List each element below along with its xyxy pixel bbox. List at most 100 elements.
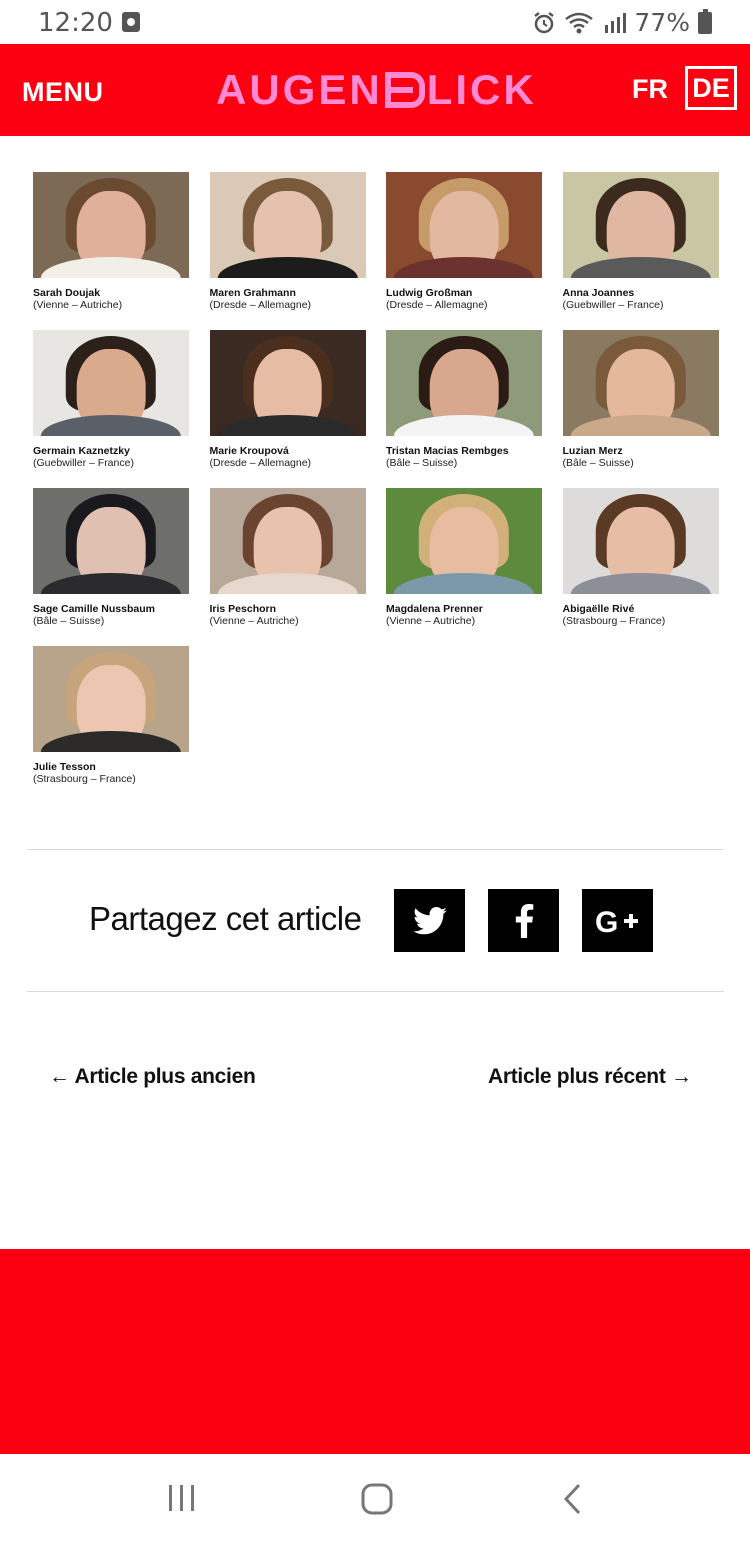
participant-photo xyxy=(386,330,542,436)
photo-body xyxy=(40,572,182,594)
participant-place: (Strasbourg – France) xyxy=(562,615,666,627)
participant-name: Marie Kroupová xyxy=(209,445,289,457)
participant-card: Julie Tesson (Strasbourg – France) xyxy=(33,646,189,804)
participant-name: Luzian Merz xyxy=(562,445,623,457)
participant-photo xyxy=(209,330,366,436)
logo-b-mark xyxy=(384,72,425,108)
photo-body xyxy=(217,256,358,278)
participant-name: Sarah Doujak xyxy=(33,287,101,299)
recents-icon[interactable] xyxy=(167,1482,197,1514)
participant-photo xyxy=(562,330,719,436)
participant-card: Magdalena Prenner (Vienne – Autriche) xyxy=(386,488,542,646)
participant-place: (Bâle – Suisse) xyxy=(386,457,458,469)
status-bar: 12:20 77% xyxy=(0,0,750,44)
participant-card: Sarah Doujak (Vienne – Autriche) xyxy=(33,172,189,330)
participant-name: Magdalena Prenner xyxy=(386,603,483,615)
google-plus-icon: G xyxy=(595,906,638,936)
participant-name: Tristan Macias Rembges xyxy=(386,445,509,457)
photo-body xyxy=(40,730,182,752)
participant-place: (Dresde – Allemagne) xyxy=(386,299,488,311)
participant-place: (Bâle – Suisse) xyxy=(562,457,634,469)
photo-body xyxy=(570,256,711,278)
share-twitter-button[interactable] xyxy=(394,889,465,952)
site-header: MENU AUGEN LICK FR DE xyxy=(0,44,750,136)
participant-place: (Vienne – Autriche) xyxy=(386,615,476,627)
participant-card: Abigaëlle Rivé (Strasbourg – France) xyxy=(562,488,719,646)
participant-card: Germain Kaznetzky (Guebwiller – France) xyxy=(33,330,189,488)
participant-place: (Guebwiller – France) xyxy=(33,457,134,469)
participant-name: Sage Camille Nussbaum xyxy=(33,603,155,615)
participant-card: Luzian Merz (Bâle – Suisse) xyxy=(562,330,719,488)
photo-body xyxy=(393,414,535,436)
participant-place: (Guebwiller – France) xyxy=(562,299,664,311)
participant-card: Iris Peschorn (Vienne – Autriche) xyxy=(209,488,366,646)
photo-body xyxy=(40,256,182,278)
participant-photo xyxy=(562,488,719,594)
participant-card: Tristan Macias Rembges (Bâle – Suisse) xyxy=(386,330,542,488)
participant-photo xyxy=(209,172,366,278)
older-article-link[interactable]: ← Article plus ancien xyxy=(49,1065,256,1089)
participant-place: (Strasbourg – France) xyxy=(33,773,136,785)
back-icon[interactable] xyxy=(561,1482,583,1516)
augenblick-logo[interactable]: AUGEN LICK xyxy=(216,66,537,113)
participant-photo xyxy=(33,646,189,752)
participant-name: Germain Kaznetzky xyxy=(33,445,130,457)
participant-card: Marie Kroupová (Dresde – Allemagne) xyxy=(209,330,366,488)
share-google-plus-button[interactable]: G xyxy=(582,889,653,952)
lang-de-link[interactable]: DE xyxy=(685,66,737,110)
divider-bottom xyxy=(27,991,724,992)
participant-card: Anna Joannes (Guebwiller – France) xyxy=(562,172,719,330)
participant-photo xyxy=(209,488,366,594)
participant-photo xyxy=(33,488,189,594)
participant-place: (Vienne – Autriche) xyxy=(209,615,299,627)
participants-grid: Sarah Doujak (Vienne – Autriche) Maren Gra… xyxy=(33,172,719,804)
site-footer xyxy=(0,1249,750,1454)
participant-place: (Vienne – Autriche) xyxy=(33,299,123,311)
photo-body xyxy=(217,414,358,436)
alarm-icon xyxy=(534,11,555,33)
participant-place: (Bâle – Suisse) xyxy=(33,615,105,627)
share-facebook-button[interactable] xyxy=(488,889,559,952)
photo-body xyxy=(570,572,711,594)
participant-name: Iris Peschorn xyxy=(209,603,277,615)
status-time: 12:20 xyxy=(38,8,113,38)
participant-name: Anna Joannes xyxy=(562,287,635,299)
twitter-icon xyxy=(412,906,447,934)
android-nav-bar xyxy=(0,1454,750,1542)
participant-photo xyxy=(386,172,542,278)
logo-text-left: AUGEN xyxy=(216,66,383,113)
participant-card: Ludwig Großman (Dresde – Allemagne) xyxy=(386,172,542,330)
participant-place: (Dresde – Allemagne) xyxy=(209,457,312,469)
home-icon[interactable] xyxy=(360,1482,394,1516)
participant-card: Maren Grahmann (Dresde – Allemagne) xyxy=(209,172,366,330)
photo-body xyxy=(217,572,358,594)
photo-body xyxy=(393,572,535,594)
participant-card: Sage Camille Nussbaum (Bâle – Suisse) xyxy=(33,488,189,646)
photo-body xyxy=(570,414,711,436)
participant-place: (Dresde – Allemagne) xyxy=(209,299,312,311)
clock-app-icon xyxy=(122,12,140,32)
facebook-icon xyxy=(515,903,533,938)
participant-photo xyxy=(562,172,719,278)
lang-fr-link[interactable]: FR xyxy=(632,74,668,105)
share-label: Partagez cet article xyxy=(89,900,362,937)
participant-photo xyxy=(33,172,189,278)
photo-body xyxy=(393,256,535,278)
participant-photo xyxy=(33,330,189,436)
photo-body xyxy=(40,414,182,436)
participant-photo xyxy=(386,488,542,594)
svg-text:G: G xyxy=(595,906,618,936)
signal-icon xyxy=(605,12,627,33)
status-icons: 77% xyxy=(532,8,712,37)
battery-percent: 77% xyxy=(634,8,690,37)
newer-article-link[interactable]: Article plus récent → xyxy=(488,1065,692,1089)
battery-icon xyxy=(698,8,712,34)
logo-text-right: LICK xyxy=(426,66,537,113)
participant-name: Julie Tesson xyxy=(33,761,96,773)
divider-top xyxy=(27,849,724,850)
participant-name: Abigaëlle Rivé xyxy=(562,603,635,615)
participant-name: Ludwig Großman xyxy=(386,287,473,299)
participant-name: Maren Grahmann xyxy=(209,287,296,299)
wifi-icon xyxy=(565,12,594,33)
menu-button[interactable]: MENU xyxy=(22,77,104,108)
